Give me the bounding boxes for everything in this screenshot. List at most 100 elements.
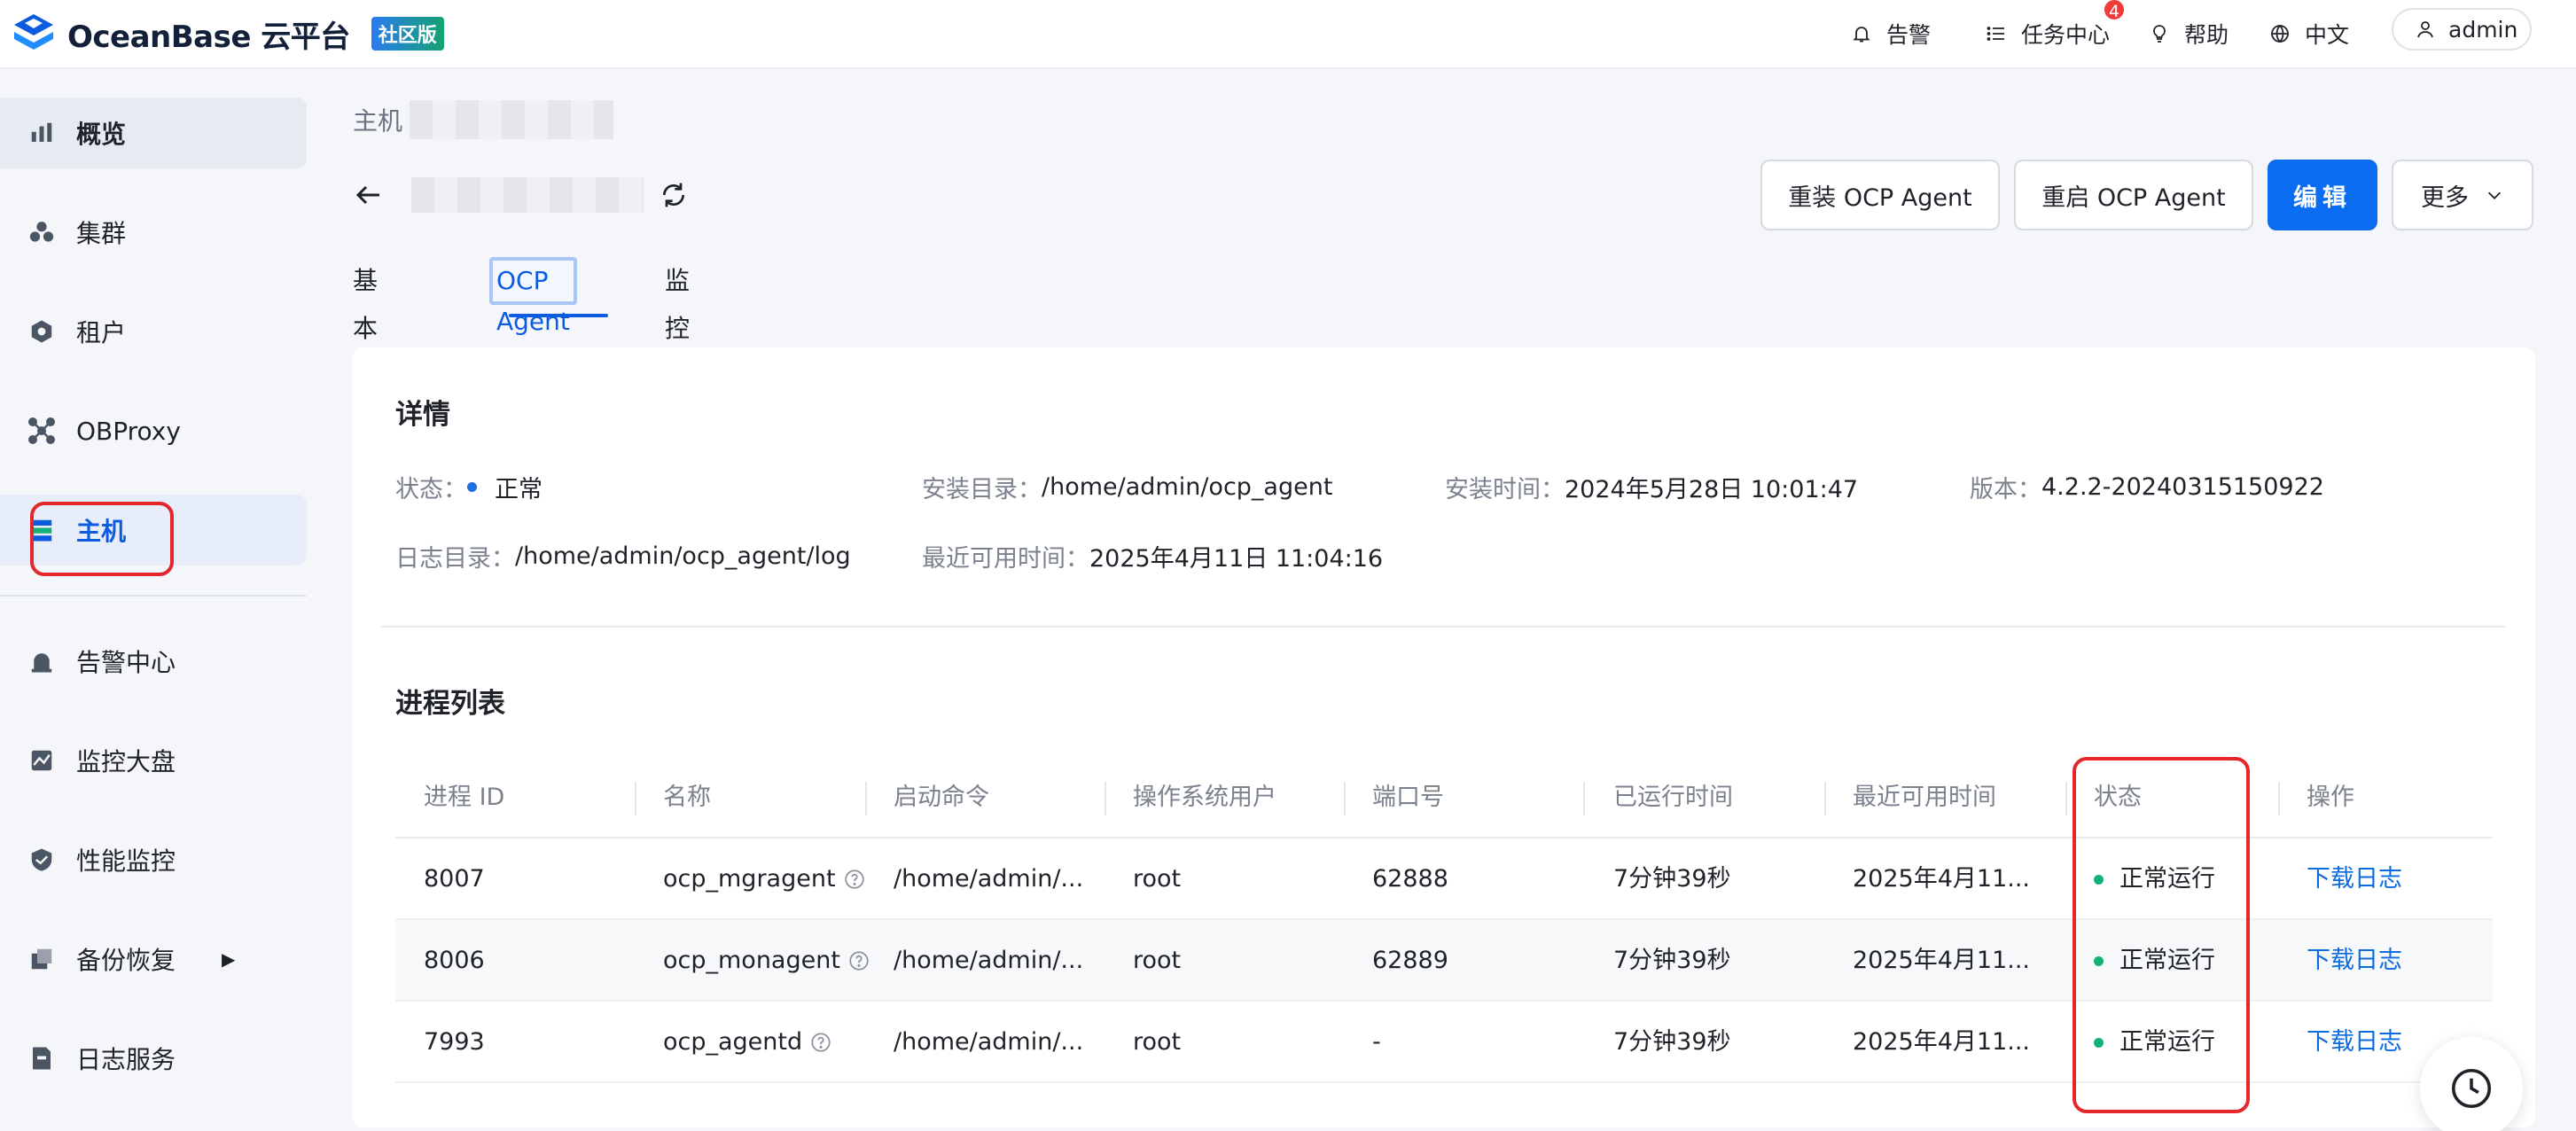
column-header-command[interactable]: 启动命令	[894, 757, 989, 838]
install-dir-key: 安装目录：	[922, 476, 1042, 503]
sidebar-item-label: 监控大盘	[76, 747, 176, 776]
dashboard-icon	[31, 750, 52, 771]
status-key: 状态：	[395, 476, 467, 503]
process-name: ocp_agentd	[663, 1028, 803, 1056]
help-button[interactable]: 帮助	[2149, 16, 2229, 51]
task-center-button[interactable]: 任务中心 4	[1986, 0, 2127, 51]
cell-name: ocp_mgragent	[663, 838, 866, 920]
section-divider	[381, 626, 2505, 628]
refresh-icon[interactable]	[660, 181, 688, 209]
history-float-button[interactable]	[2420, 1037, 2523, 1131]
breadcrumb: 主机	[353, 100, 614, 139]
sidebar-item-tenant[interactable]: 租户	[0, 296, 307, 367]
last-available-field: 最近可用时间： 2025年4月11日 11:04:16	[922, 539, 1383, 573]
version-key: 版本：	[1970, 476, 2041, 503]
install-dir-field: 安装目录： /home/admin/ocp_agent	[922, 470, 1332, 504]
process-name: ocp_mgragent	[663, 865, 836, 893]
tab-monitor[interactable]: 监控	[665, 257, 690, 343]
sidebar-item-label: 日志服务	[76, 1045, 176, 1074]
question-circle-icon[interactable]	[847, 949, 870, 972]
column-separator	[635, 782, 636, 815]
restart-agent-button[interactable]: 重启 OCP Agent	[2014, 160, 2253, 230]
install-time-key: 安装时间：	[1445, 476, 1565, 503]
column-header-pid[interactable]: 进程 ID	[424, 757, 504, 838]
more-label: 更多	[2421, 183, 2469, 212]
sidebar-item-label: 性能监控	[76, 846, 176, 876]
cell-os-user: root	[1133, 1028, 1182, 1056]
reinstall-agent-button[interactable]: 重装 OCP Agent	[1760, 160, 2000, 230]
cell-name: ocp_monagent	[663, 920, 870, 1002]
column-separator	[1344, 782, 1346, 815]
sidebar-item-log-service[interactable]: 日志服务	[0, 1023, 307, 1094]
language-switch[interactable]: 中文	[2269, 16, 2349, 51]
column-separator	[2065, 782, 2067, 815]
log-icon	[33, 1047, 51, 1070]
download-log-link[interactable]: 下载日志	[2307, 920, 2402, 1002]
column-header-actions: 操作	[2307, 784, 2354, 811]
question-circle-icon[interactable]	[809, 1031, 832, 1054]
tab-basic-info[interactable]: 基本信息	[353, 257, 378, 439]
user-name: admin	[2448, 16, 2518, 43]
edition-badge: 社区版	[371, 17, 444, 51]
breadcrumb-root[interactable]: 主机	[353, 102, 402, 137]
sidebar-item-cluster[interactable]: 集群	[0, 197, 307, 268]
highlight-box-host	[30, 502, 174, 576]
sidebar-item-backup[interactable]: 备份恢复 ▶	[0, 924, 307, 994]
bar-chart-icon	[31, 122, 52, 142]
cell-last-available: 2025年4月11...	[1853, 865, 2030, 893]
sidebar-item-dashboard[interactable]: 监控大盘	[0, 725, 307, 796]
column-header-os-user[interactable]: 操作系统用户	[1133, 757, 1276, 838]
download-log-link[interactable]: 下载日志	[2307, 838, 2402, 920]
bell-icon	[1853, 27, 1870, 43]
process-list-title: 进程列表	[395, 688, 505, 720]
cell-uptime: 7分钟39秒	[1613, 865, 1731, 893]
cell-port: -	[1372, 1028, 1381, 1056]
last-available-key: 最近可用时间：	[922, 545, 1089, 573]
more-button[interactable]: 更多	[2392, 160, 2533, 230]
status-field: 状态： 正常	[395, 470, 543, 504]
edit-button[interactable]: 编辑	[2268, 160, 2377, 230]
cell-port: 62888	[1372, 865, 1448, 893]
column-header-name[interactable]: 名称	[663, 757, 711, 838]
sidebar-item-label: 租户	[76, 318, 127, 347]
lightbulb-icon	[2153, 25, 2166, 43]
download-log-link[interactable]: 下载日志	[2307, 1002, 2402, 1083]
version-value: 4.2.2-20240315150922	[2041, 473, 2324, 501]
column-header-port[interactable]: 端口号	[1372, 757, 1444, 838]
cell-pid: 7993	[424, 1028, 485, 1056]
page-title-redacted	[411, 177, 644, 213]
column-separator	[865, 782, 867, 815]
user-menu[interactable]: admin	[2392, 8, 2532, 51]
cell-last-available: 2025年4月11...	[1853, 947, 2030, 974]
question-circle-icon[interactable]	[843, 868, 866, 891]
cell-os-user: root	[1133, 947, 1182, 974]
process-name: ocp_monagent	[663, 947, 840, 974]
cell-port: 62889	[1372, 947, 1448, 974]
install-time-value: 2024年5月28日 10:01:47	[1565, 476, 1859, 503]
sidebar: 概览 集群 租户 OBProxy 主机 告警中心 监控大盘 性能监控 备份恢复 …	[0, 71, 308, 1131]
arrow-left-icon[interactable]	[353, 179, 385, 211]
caret-right-icon: ▶	[222, 948, 236, 970]
tab-ocp-agent[interactable]: OCP Agent	[489, 257, 577, 336]
backup-icon	[31, 948, 52, 970]
column-header-last-available[interactable]: 最近可用时间	[1853, 757, 1996, 838]
status-dot	[467, 482, 477, 492]
column-header-uptime[interactable]: 已运行时间	[1613, 757, 1733, 838]
chevron-down-icon	[2487, 191, 2502, 199]
logo[interactable]: OceanBase 云平台 社区版	[11, 11, 444, 57]
tab-active-indicator	[509, 314, 608, 317]
tenant-icon	[31, 320, 52, 343]
clock-icon	[2451, 1068, 2492, 1109]
proxy-icon	[28, 417, 55, 444]
sidebar-item-alert-center[interactable]: 告警中心	[0, 626, 307, 697]
sidebar-item-label: 集群	[76, 219, 127, 248]
last-available-value: 2025年4月11日 11:04:16	[1089, 545, 1384, 573]
sidebar-item-obproxy[interactable]: OBProxy	[0, 395, 307, 466]
cell-uptime: 7分钟39秒	[1613, 947, 1731, 974]
sidebar-item-overview[interactable]: 概览	[0, 98, 307, 168]
sidebar-item-label: 备份恢复	[76, 946, 176, 975]
alerts-button[interactable]: 告警	[1851, 16, 1931, 51]
sidebar-item-label: OBProxy	[76, 416, 181, 446]
sidebar-item-performance[interactable]: 性能监控	[0, 824, 307, 895]
cell-name: ocp_agentd	[663, 1002, 832, 1083]
